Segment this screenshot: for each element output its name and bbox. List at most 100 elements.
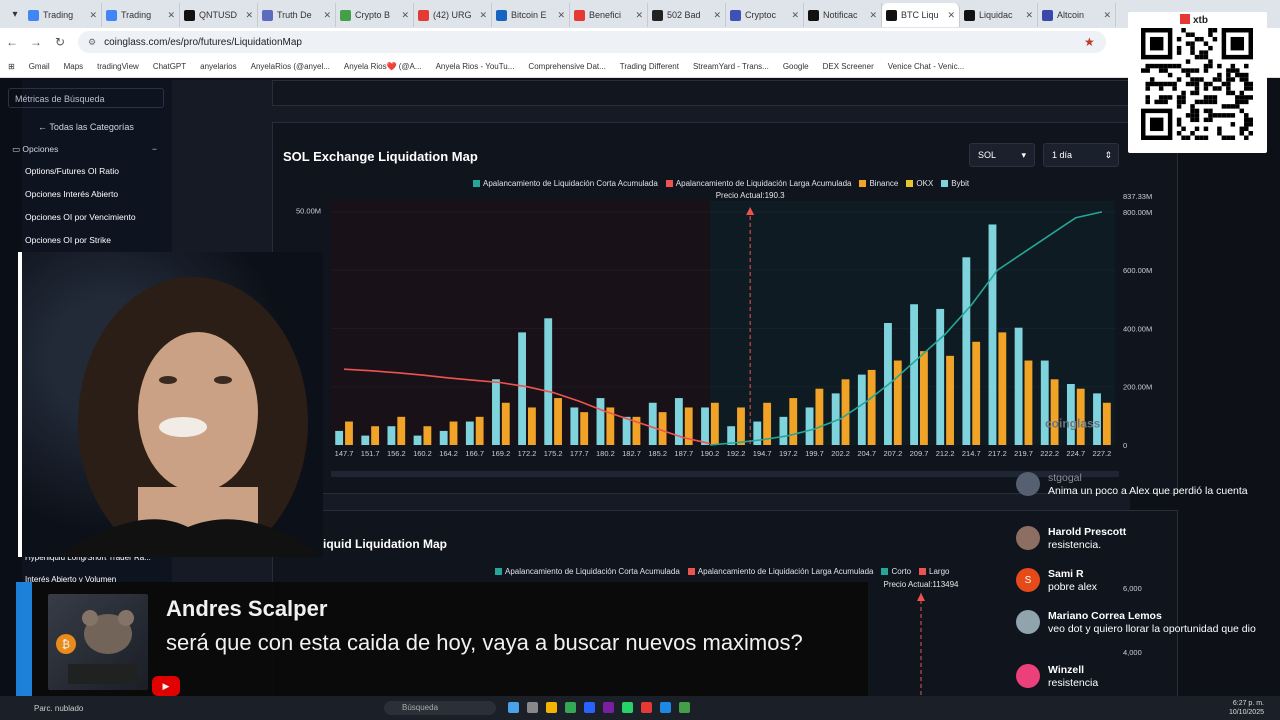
bar-bybit-20[interactable] [857,374,866,445]
bar-bybit-24[interactable] [962,257,971,445]
chat-username[interactable]: Winzell [1048,664,1084,676]
bar-bybit-8[interactable] [544,318,553,445]
bookmark-0[interactable]: Gmail [29,62,50,71]
tab-12[interactable]: Liquidac ✕ [960,3,1038,27]
bar-binance-9[interactable] [580,412,589,445]
bar-bybit-18[interactable] [805,407,814,445]
bar-bybit-11[interactable] [622,416,631,445]
bookmark-3[interactable]: ChatGPT [153,62,186,71]
close-tab-icon[interactable]: ✕ [713,10,721,21]
close-tab-icon[interactable]: ✕ [947,10,955,21]
back-icon[interactable]: ← [0,35,24,49]
weather-label[interactable]: Parc. nublado [34,704,83,713]
tab-3[interactable]: Truth De ✕ [258,3,336,27]
bookmark-12[interactable]: DEX Screener [823,62,874,71]
bar-bybit-7[interactable] [518,332,526,445]
bar-binance-17[interactable] [789,398,798,445]
close-tab-icon[interactable]: ✕ [635,10,643,21]
bar-bybit-10[interactable] [596,398,605,445]
close-tab-icon[interactable]: ✕ [479,10,487,21]
app-icon[interactable] [603,702,614,713]
bar-binance-29[interactable] [1102,402,1111,445]
bar-bybit-16[interactable] [753,421,762,445]
tab-8[interactable]: 502 Bad ✕ [648,3,726,27]
tab-2[interactable]: QNTUSD ✕ [180,3,258,27]
metrics-search-input[interactable]: Métricas de Búsqueda [8,88,164,108]
bar-bybit-0[interactable] [335,430,344,445]
bar-bybit-4[interactable] [439,430,448,445]
sidebar-item-oi-expiry[interactable]: Opciones OI por Vencimiento [25,212,136,222]
forward-icon[interactable]: → [24,35,48,49]
bar-bybit-28[interactable] [1066,384,1075,445]
bar-binance-15[interactable] [737,407,745,445]
site-info-icon[interactable]: ⚙ [88,37,96,48]
bar-binance-0[interactable] [345,421,353,445]
folder-icon[interactable] [546,702,557,713]
bar-binance-3[interactable] [423,426,432,445]
reload-icon[interactable]: ↻ [48,35,72,49]
close-tab-icon[interactable]: ✕ [89,10,97,21]
bar-binance-24[interactable] [972,341,981,445]
options-group[interactable]: ▭ Opciones − [12,144,157,155]
whatsapp-icon[interactable] [622,702,633,713]
chat-username[interactable]: stgogal [1048,472,1082,484]
bookmark-7[interactable]: Anyela Rios - YouTu... [436,62,515,71]
chat-username[interactable]: Mariano Correa Lemos [1048,610,1162,622]
bookmark-1[interactable]: Maps [64,62,84,71]
bookmark-10[interactable]: StreamYard - Trans... [693,62,769,71]
liquidation-chart[interactable]: Precio Actual:190.3 147.7 151.7 156.2 160.2 1… [273,123,1179,495]
chrome-icon[interactable] [565,702,576,713]
bar-bybit-25[interactable] [988,224,997,445]
bar-bybit-22[interactable] [910,304,918,445]
windows-icon[interactable] [508,702,519,713]
url-field[interactable]: ⚙ coinglass.com/es/pro/futures/Liquidati… [78,31,1106,53]
system-clock[interactable]: 6:27 p. m. 10/10/2025 [1229,699,1264,717]
close-tab-icon[interactable]: ✕ [167,10,175,21]
chat-username[interactable]: Harold Prescott [1048,526,1126,538]
bookmark-9[interactable]: Trading Different [620,62,679,71]
bookmark-4[interactable]: anyelarios [200,62,236,71]
taskbar-search[interactable]: Búsqueda [384,701,496,715]
bar-binance-12[interactable] [658,412,667,445]
sidebar-item-oi-strike[interactable]: Opciones OI por Strike [25,235,111,245]
close-tab-icon[interactable]: ✕ [245,10,253,21]
tab-13[interactable]: Altcoin ✕ [1038,3,1116,27]
bar-binance-22[interactable] [920,351,928,445]
chat-username[interactable]: Sami R [1048,568,1084,580]
tab-menu-icon[interactable]: ▾ [6,5,24,23]
bookmark-11[interactable]: Google [783,62,809,71]
tab-5[interactable]: (42) URG ✕ [414,3,492,27]
bookmark-5[interactable]: AnyelaRios (@anyel... [251,62,330,71]
bar-binance-25[interactable] [998,332,1007,445]
chart-scrollbar[interactable] [331,471,1119,477]
bar-binance-5[interactable] [475,416,484,445]
tab-10[interactable]: Notificac ✕ [804,3,882,27]
close-tab-icon[interactable]: ✕ [401,10,409,21]
close-tab-icon[interactable]: ✕ [557,10,565,21]
close-tab-icon[interactable]: ✕ [1103,10,1111,21]
app-icon[interactable] [527,702,538,713]
bar-bybit-3[interactable] [413,435,422,445]
app-icon[interactable] [660,702,671,713]
tab-4[interactable]: Crypto B ✕ [336,3,414,27]
bar-bybit-5[interactable] [465,421,474,445]
tab-6[interactable]: Bitcoin E ✕ [492,3,570,27]
app-icon[interactable] [641,702,652,713]
bar-bybit-9[interactable] [570,407,579,445]
bar-bybit-13[interactable] [674,398,683,445]
bar-binance-23[interactable] [946,355,954,445]
bar-bybit-2[interactable] [387,426,396,445]
bar-binance-19[interactable] [841,379,850,445]
bar-binance-18[interactable] [815,388,824,445]
sidebar-item-options-oi[interactable]: Opciones Interés Abierto [25,189,118,199]
bar-binance-20[interactable] [867,369,876,445]
bookmark-8[interactable]: Comprehensive Dat... [528,62,605,71]
bar-binance-26[interactable] [1024,360,1033,445]
bookmark-6[interactable]: Anyela Rios❤️ (@A... [344,62,422,71]
bar-bybit-6[interactable] [492,379,500,445]
close-tab-icon[interactable]: ✕ [869,10,877,21]
bar-bybit-17[interactable] [779,416,788,445]
bookmark-star-icon[interactable]: ★ [1084,35,1095,49]
bar-bybit-23[interactable] [936,308,945,445]
close-tab-icon[interactable]: ✕ [791,10,799,21]
